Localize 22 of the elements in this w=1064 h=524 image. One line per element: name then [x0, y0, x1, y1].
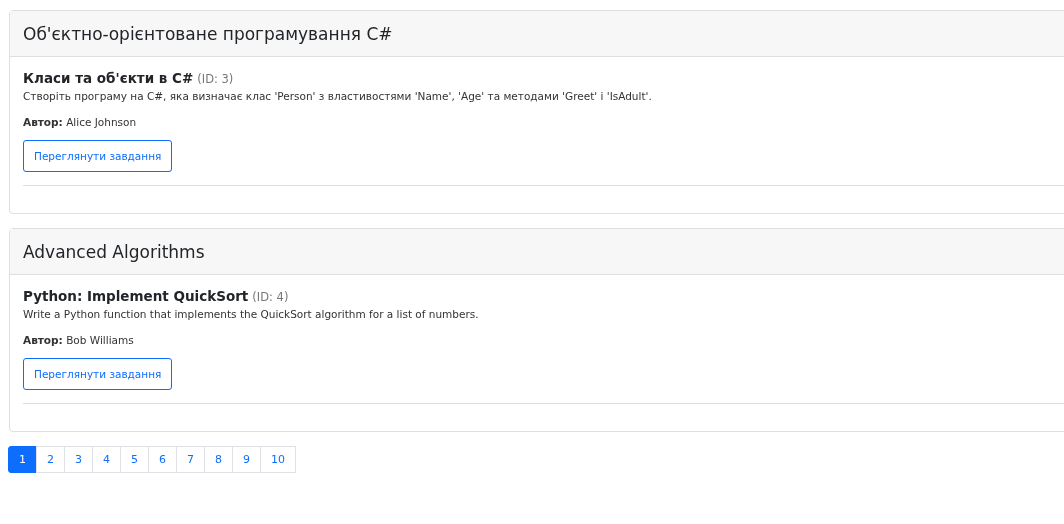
task-description: Write a Python function that implements the QuickSort algorithm for a list of numbers. [23, 308, 480, 320]
task-author: Автор: Bob Williams [23, 334, 135, 346]
view-task-button[interactable]: Переглянути завдання [23, 140, 173, 172]
page-link[interactable]: 6 [148, 446, 177, 473]
task-author: Автор: Alice Johnson [23, 116, 138, 128]
page-link[interactable]: 7 [176, 446, 205, 473]
view-task-button[interactable]: Переглянути завдання [23, 358, 173, 390]
task-id: (ID: 3) [197, 72, 234, 86]
page-link[interactable]: 4 [92, 446, 121, 473]
task-title: Класи та об'єкти в C# [23, 70, 194, 86]
task-id: (ID: 4) [252, 290, 289, 304]
page-link[interactable]: 8 [204, 446, 233, 473]
course-title: Об'єктно-орієнтоване програмування C# [23, 23, 393, 44]
page-link[interactable]: 3 [64, 446, 93, 473]
task-description: Створіть програму на C#, яка визначає клас 'Person' з властивостями 'Name', 'Age' та методами 'Greet' і 'IsAdult'. [23, 90, 653, 102]
task-title: Python: Implement QuickSort [23, 288, 249, 304]
page-link[interactable]: 2 [36, 446, 65, 473]
course-title: Advanced Algorithms [23, 241, 205, 262]
page-link[interactable]: 9 [232, 446, 261, 473]
page-link[interactable]: 5 [120, 446, 149, 473]
page-link[interactable]: 10 [260, 446, 296, 473]
page-link[interactable]: 1 [8, 446, 37, 473]
